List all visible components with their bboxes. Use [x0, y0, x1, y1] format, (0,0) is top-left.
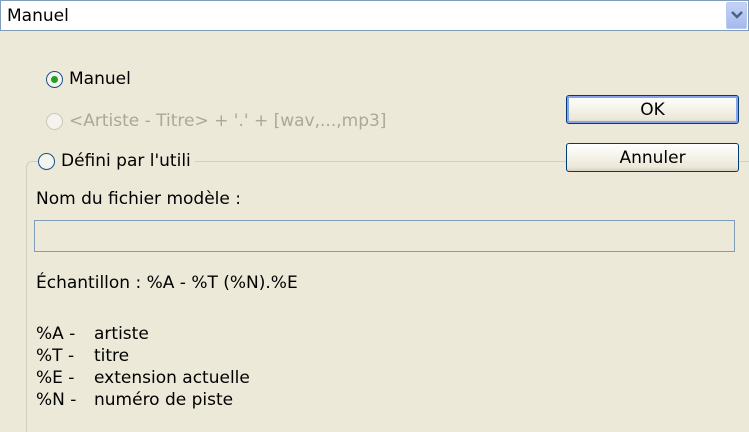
radio-manuel[interactable]: Manuel	[46, 66, 131, 92]
cancel-button[interactable]: Annuler	[566, 143, 739, 172]
dropdown-button[interactable]	[726, 2, 747, 29]
sample-text: Échantillon : %A - %T (%N).%E	[36, 273, 298, 293]
radio-artist-title[interactable]: <Artiste - Titre> + '.' + [wav,...,mp3]	[46, 108, 386, 134]
legend-code: %N -	[36, 390, 77, 410]
radio-user-defined[interactable]: Défini par l'utili	[38, 148, 195, 174]
legend-code: %A -	[36, 324, 76, 344]
legend-desc: extension actuelle	[94, 368, 250, 388]
legend-desc: numéro de piste	[94, 390, 234, 410]
radio-artist-title-label: <Artiste - Titre> + '.' + [wav,...,mp3]	[69, 111, 387, 131]
radio-user-defined-label: Défini par l'utili	[61, 151, 191, 171]
radio-circle	[38, 152, 55, 170]
naming-dialog: Manuel <Artiste - Titre> + '.' + [wav,..…	[0, 31, 749, 432]
legend-code: %T -	[36, 346, 75, 366]
legend-desc: artiste	[94, 324, 149, 344]
radio-circle-checked	[46, 70, 63, 88]
chevron-down-icon	[731, 11, 743, 19]
radio-manuel-label: Manuel	[69, 69, 131, 89]
template-label: Nom du fichier modèle :	[36, 189, 241, 209]
legend-row: %E - extension actuelle	[36, 368, 250, 388]
legend-row: %A - artiste	[36, 324, 149, 344]
template-input[interactable]	[34, 220, 735, 252]
radio-circle	[46, 112, 63, 130]
legend-code: %E -	[36, 368, 75, 388]
legend-row: %T - titre	[36, 346, 129, 366]
legend-row: %N - numéro de piste	[36, 390, 233, 410]
ok-button[interactable]: OK	[566, 95, 739, 124]
naming-mode-value: Manuel	[7, 6, 69, 26]
legend-desc: titre	[94, 346, 130, 366]
naming-mode-select[interactable]: Manuel	[0, 0, 749, 31]
